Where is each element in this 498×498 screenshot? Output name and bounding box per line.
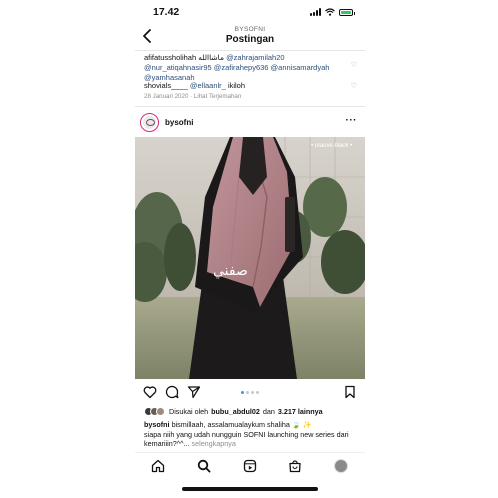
translate-link[interactable]: Lihat Terjemahan — [194, 93, 241, 100]
nav-header: BYSOFNI Postingan — [135, 24, 365, 48]
likes-user[interactable]: bubu_abdul02 — [211, 407, 260, 416]
header-account: BYSOFNI — [234, 26, 266, 33]
carousel-dot — [251, 391, 254, 394]
home-indicator — [182, 487, 318, 491]
comment-like-heart-icon[interactable]: ♡ — [351, 82, 357, 90]
likes-joiner: dan — [262, 407, 275, 416]
comment-item: shovials____ @ellaanlr_ ikiloh — [144, 81, 344, 91]
comment-like-heart-icon[interactable]: ♡ — [351, 61, 357, 69]
battery-fill — [341, 10, 351, 14]
comment-date: 28 Januari 2020 — [144, 93, 189, 100]
photo-bag — [285, 197, 295, 252]
comment-user[interactable]: shovials____ — [144, 81, 188, 90]
comment-mentions[interactable]: @ellaanlr_ — [190, 81, 226, 90]
search-icon[interactable] — [197, 459, 211, 473]
avatar-logo-icon — [143, 116, 156, 129]
likes-prefix: Disukai oleh — [169, 407, 209, 416]
caption-line1: bismillaah, assalamualaykum shaliha 🍃 ✨ — [171, 420, 312, 429]
page-title: Postingan — [225, 34, 275, 45]
status-time: 17.42 — [153, 6, 180, 18]
image-logo: صفني — [213, 263, 248, 279]
comment-text-arabic: ماشاالله — [198, 53, 224, 62]
meta-separator: · — [190, 93, 193, 100]
bookmark-icon[interactable] — [343, 385, 357, 399]
shop-icon[interactable] — [288, 459, 302, 473]
comment-meta: 28 Januari 2020 · Lihat Terjemahan — [144, 93, 241, 100]
image-label: • mauve black • — [311, 143, 352, 149]
likes-row[interactable]: Disukai oleh bubu_abdul02 dan 3.217 lain… — [144, 406, 359, 417]
profile-avatar[interactable] — [334, 459, 348, 473]
carousel-dot — [256, 391, 259, 394]
carousel-dot — [246, 391, 249, 394]
post-actions — [135, 385, 365, 403]
signal-icon — [310, 8, 321, 16]
header-divider — [135, 50, 365, 51]
more-options-icon[interactable]: ··· — [346, 115, 358, 126]
caption-more-link[interactable]: selengkapnya — [192, 439, 236, 448]
status-icons — [310, 8, 355, 16]
post-caption: bysofni bismillaah, assalamualaykum shal… — [144, 420, 359, 449]
status-bar: 17.42 — [135, 6, 365, 20]
comment-item: afifatussholihah ماشاالله @zahrajamilah2… — [144, 53, 344, 83]
post-header: bysofni ··· — [135, 113, 365, 135]
comment-user[interactable]: afifatussholihah — [144, 53, 196, 62]
likes-count[interactable]: 3.217 lainnya — [278, 407, 323, 416]
comments-divider — [135, 106, 365, 107]
carousel-dot-active — [241, 391, 244, 394]
comment-text: ikiloh — [227, 81, 246, 90]
caption-user[interactable]: bysofni — [144, 420, 170, 429]
carousel-dots — [135, 391, 365, 394]
caption-line2: siapa niih yang udah nungguin SOFNI laun… — [144, 429, 349, 449]
post-avatar[interactable] — [140, 113, 159, 132]
post-username[interactable]: bysofni — [165, 118, 193, 127]
phone-screen: 17.42 BYSOFNI Postingan afifatussholihah… — [135, 0, 365, 498]
battery-icon — [339, 8, 355, 16]
wifi-icon — [325, 8, 335, 16]
post-image[interactable]: • mauve black • صفني — [135, 137, 365, 379]
bottom-tab-bar — [135, 452, 365, 480]
home-icon[interactable] — [151, 459, 165, 473]
liker-avatar — [156, 407, 165, 416]
liker-avatars — [144, 407, 165, 416]
reels-icon[interactable] — [243, 459, 257, 473]
